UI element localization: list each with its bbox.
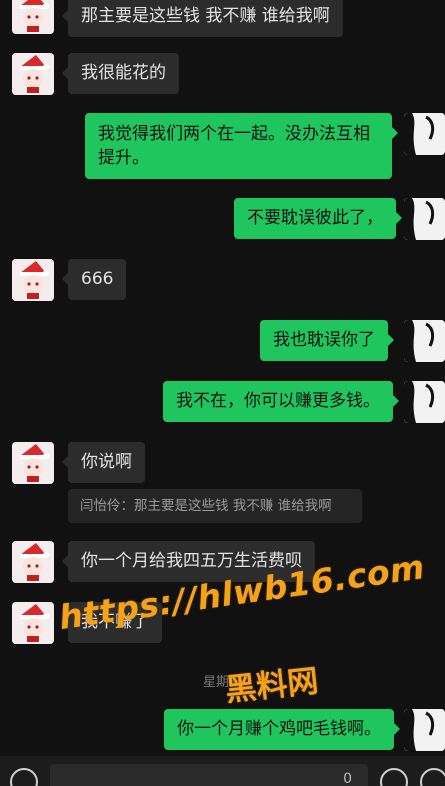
message-bubble-outgoing[interactable]: 不要耽误彼此了，	[234, 198, 402, 239]
message-bubble-outgoing[interactable]: 我觉得我们两个在一起。没办法互相 提升。	[85, 113, 398, 179]
plus-icon[interactable]	[420, 768, 445, 786]
my-avatar[interactable]	[404, 198, 445, 240]
chat-area[interactable]: 那主要是这些钱 我不赚 谁给我啊 我很能花的 我觉得我们两个在一起。没办法互相 …	[0, 0, 445, 760]
message-line: 提升。	[98, 148, 149, 168]
quoted-reply[interactable]: 闫怡伶：那主要是这些钱 我不赚 谁给我啊	[68, 489, 362, 523]
message-bubble-incoming[interactable]: 你说啊	[62, 442, 145, 483]
message-bubble-incoming[interactable]: 那主要是这些钱 我不赚 谁给我啊	[62, 0, 343, 37]
watermark-site-name: 黑料网	[223, 663, 320, 709]
contact-avatar[interactable]	[12, 53, 54, 95]
contact-avatar[interactable]	[12, 602, 54, 644]
message-bubble-outgoing[interactable]: 你一个月赚个鸡吧毛钱啊。	[164, 709, 400, 750]
contact-avatar[interactable]	[12, 541, 54, 583]
message-input[interactable]: 0	[50, 764, 368, 786]
message-line: 我觉得我们两个在一起。没办法互相	[98, 124, 370, 144]
input-bar: 0	[0, 756, 445, 786]
emoji-icon[interactable]	[380, 768, 408, 786]
contact-avatar[interactable]	[12, 0, 54, 34]
my-avatar[interactable]	[404, 709, 445, 751]
my-avatar[interactable]	[404, 320, 445, 362]
message-bubble-incoming[interactable]: 666	[61, 259, 127, 300]
message-bubble-outgoing[interactable]: 我也耽误你了	[260, 320, 394, 361]
contact-avatar[interactable]	[12, 259, 54, 301]
my-avatar[interactable]	[404, 381, 445, 423]
contact-avatar[interactable]	[12, 442, 54, 484]
time-divider: 星期日	[202, 675, 242, 690]
my-avatar[interactable]	[404, 113, 445, 155]
message-bubble-outgoing[interactable]: 我不在，你可以赚更多钱。	[163, 381, 399, 422]
voice-icon[interactable]	[10, 768, 38, 786]
message-bubble-incoming[interactable]: 我很能花的	[62, 53, 179, 94]
